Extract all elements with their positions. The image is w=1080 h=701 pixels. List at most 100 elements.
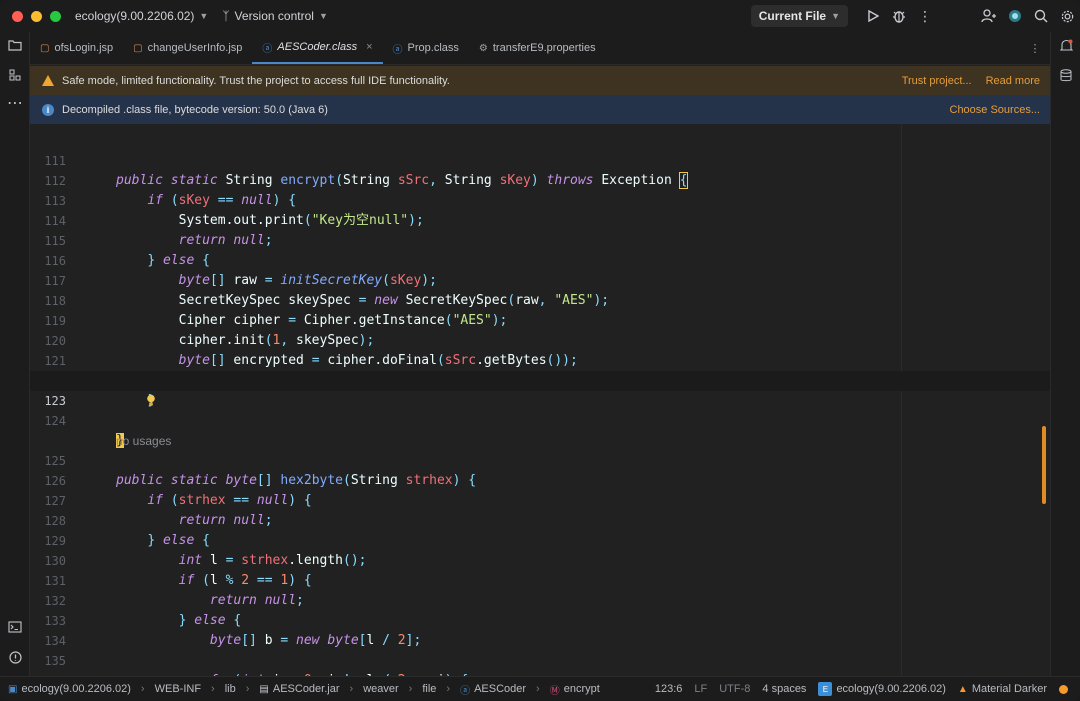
tab-label: Prop.class [407,42,459,54]
breadcrumb-item[interactable]: AESCoder.jar [273,683,340,695]
code-line: 134 [30,611,1050,648]
tab-ofslogin-jsp[interactable]: ▢ ofsLogin.jsp [30,32,123,64]
choose-sources-link[interactable]: Choose Sources... [950,104,1041,116]
code-line: 117 SecretKeySpec skeySpec = new SecretK… [30,251,1050,308]
code-line-current: 123 } [30,371,1050,448]
branch-icon: ᛉ [222,9,230,23]
tab-label: transferE9.properties [492,42,596,54]
code-line: 112 if (sKey == null) { [30,151,1050,208]
more-actions-icon[interactable]: ⋮ [912,3,938,29]
code-vision-line: no usages [30,411,1050,448]
code-line: 116 byte[] raw = initSecretKey(sKey); [30,231,1050,288]
jar-icon: ▤ [259,683,269,695]
code-line: 132 } else { [30,571,1050,628]
theme-indicator-icon [1059,684,1068,694]
module-selector[interactable]: E ecology(9.00.2206.02) [818,682,946,696]
structure-icon[interactable] [0,64,30,86]
material-theme-icon: ▲ [957,683,968,695]
ide-window: ecology(9.00.2206.02) ▼ ᛉ Version contro… [0,0,1080,701]
breadcrumb-item[interactable]: AESCoder [474,683,526,695]
chevron-right-icon: › [446,683,451,695]
problems-icon[interactable] [0,646,30,668]
status-widgets: 123:6 LF UTF-8 4 spaces E ecology(9.00.2… [655,682,1068,696]
title-bar: ecology(9.00.2206.02) ▼ ᛉ Version contro… [0,0,1080,32]
tab-label: ofsLogin.jsp [54,42,114,54]
tab-changeuserinfo-jsp[interactable]: ▢ changeUserInfo.jsp [123,32,252,64]
intention-bulb-icon[interactable] [88,373,155,406]
zoom-window-button[interactable] [50,10,61,22]
chevron-right-icon: › [349,683,354,695]
code-line: 119 cipher.init(1, skeySpec); [30,291,1050,348]
breadcrumb-item[interactable]: file [422,683,436,695]
window-controls [12,10,61,22]
breadcrumb-item[interactable]: WEB-INF [155,683,201,695]
line-separator[interactable]: LF [694,683,707,695]
code-line: 133 byte[] b = new byte[l / 2]; [30,591,1050,648]
breadcrumb-item[interactable]: lib [225,683,236,695]
project-folder-icon[interactable] [0,34,30,56]
code-line: 126 if (strhex == null) { [30,451,1050,508]
right-tool-stripe [1050,32,1080,676]
jsp-file-icon: ▢ [133,42,143,54]
tab-aescoder-class[interactable]: ⓐ AESCoder.class × [252,32,383,64]
chevron-right-icon: › [408,683,413,695]
code-line: 113 System.out.print("Key为空null"); [30,171,1050,228]
run-icon[interactable] [860,3,886,29]
code-line: 127 return null; [30,471,1050,528]
code-line: 129 int l = strhex.length(); [30,511,1050,568]
debug-icon[interactable] [886,3,912,29]
version-control-menu[interactable]: ᛉ Version control ▼ [222,9,328,23]
breadcrumb: ▣ ecology(9.00.2206.02) › WEB-INF › lib … [8,682,600,697]
close-tab-icon[interactable]: × [366,41,372,53]
decompiled-banner: i Decompiled .class file, bytecode versi… [30,95,1050,124]
file-encoding[interactable]: UTF-8 [719,683,750,695]
project-name: ecology(9.00.2206.02) [75,9,195,23]
notifications-bell-icon[interactable] [1051,35,1080,57]
code-line: 111 public static String encrypt(String … [30,131,1050,189]
tab-transfere9-properties[interactable]: ⚙ transferE9.properties [469,32,606,64]
code-line: 136 b[i] = (byte)Integer.parseInt(strhex… [30,651,1050,676]
trust-project-link[interactable]: Trust project... [902,75,972,87]
tab-prop-class[interactable]: ⓐ Prop.class [383,32,469,64]
read-more-link[interactable]: Read more [986,75,1040,87]
settings-gear-icon[interactable] [1054,3,1080,29]
run-configuration-selector[interactable]: Current File ▼ [750,5,848,27]
terminal-icon[interactable] [0,616,30,638]
properties-file-icon: ⚙ [478,42,488,54]
search-icon[interactable] [1028,3,1054,29]
theme-selector[interactable]: ▲ Material Darker [958,683,1047,695]
decompiled-text: Decompiled .class file, bytecode version… [62,103,328,116]
code-line: 122 } [30,351,1050,408]
more-tools-icon[interactable]: ⋯ [0,92,30,114]
code-line: 115 } else { [30,211,1050,268]
caret-position[interactable]: 123:6 [655,683,683,695]
breadcrumb-item[interactable]: encrypt [564,683,600,695]
code-line: 128 } else { [30,491,1050,548]
code-line: 121 return byte2hex(encrypted).toLowerCa… [30,331,1050,388]
module-name: ecology(9.00.2206.02) [836,683,946,695]
class-file-icon: ⓐ [262,43,273,55]
close-window-button[interactable] [12,10,23,22]
chevron-right-icon: › [211,683,215,695]
module-folder-icon: ▣ [8,683,18,695]
code-line: 114 return null; [30,191,1050,248]
code-editor[interactable]: 111 public static String encrypt(String … [30,124,1050,676]
database-icon[interactable] [1051,64,1080,86]
breadcrumb-item[interactable]: weaver [363,683,398,695]
class-icon: ⓐ [460,685,471,697]
ai-assistant-icon[interactable] [1002,3,1028,29]
scrollbar-thumb[interactable] [1042,426,1046,504]
minimize-window-button[interactable] [31,10,42,22]
breadcrumb-item[interactable]: ecology(9.00.2206.02) [21,683,130,695]
run-config-label: Current File [758,9,827,23]
left-tool-stripe: ⋯ [0,32,30,676]
project-selector[interactable]: ecology(9.00.2206.02) ▼ [75,9,208,23]
chevron-down-icon: ▼ [318,11,328,21]
status-bar: ▣ ecology(9.00.2206.02) › WEB-INF › lib … [0,676,1080,701]
tab-actions-more-icon[interactable]: ⋮ [1020,32,1050,64]
warning-icon [40,73,56,89]
safe-mode-text: Safe mode, limited functionality. Trust … [62,74,450,87]
chevron-down-icon: ▼ [199,11,209,21]
add-user-icon[interactable] [976,3,1002,29]
indent-setting[interactable]: 4 spaces [762,683,806,695]
